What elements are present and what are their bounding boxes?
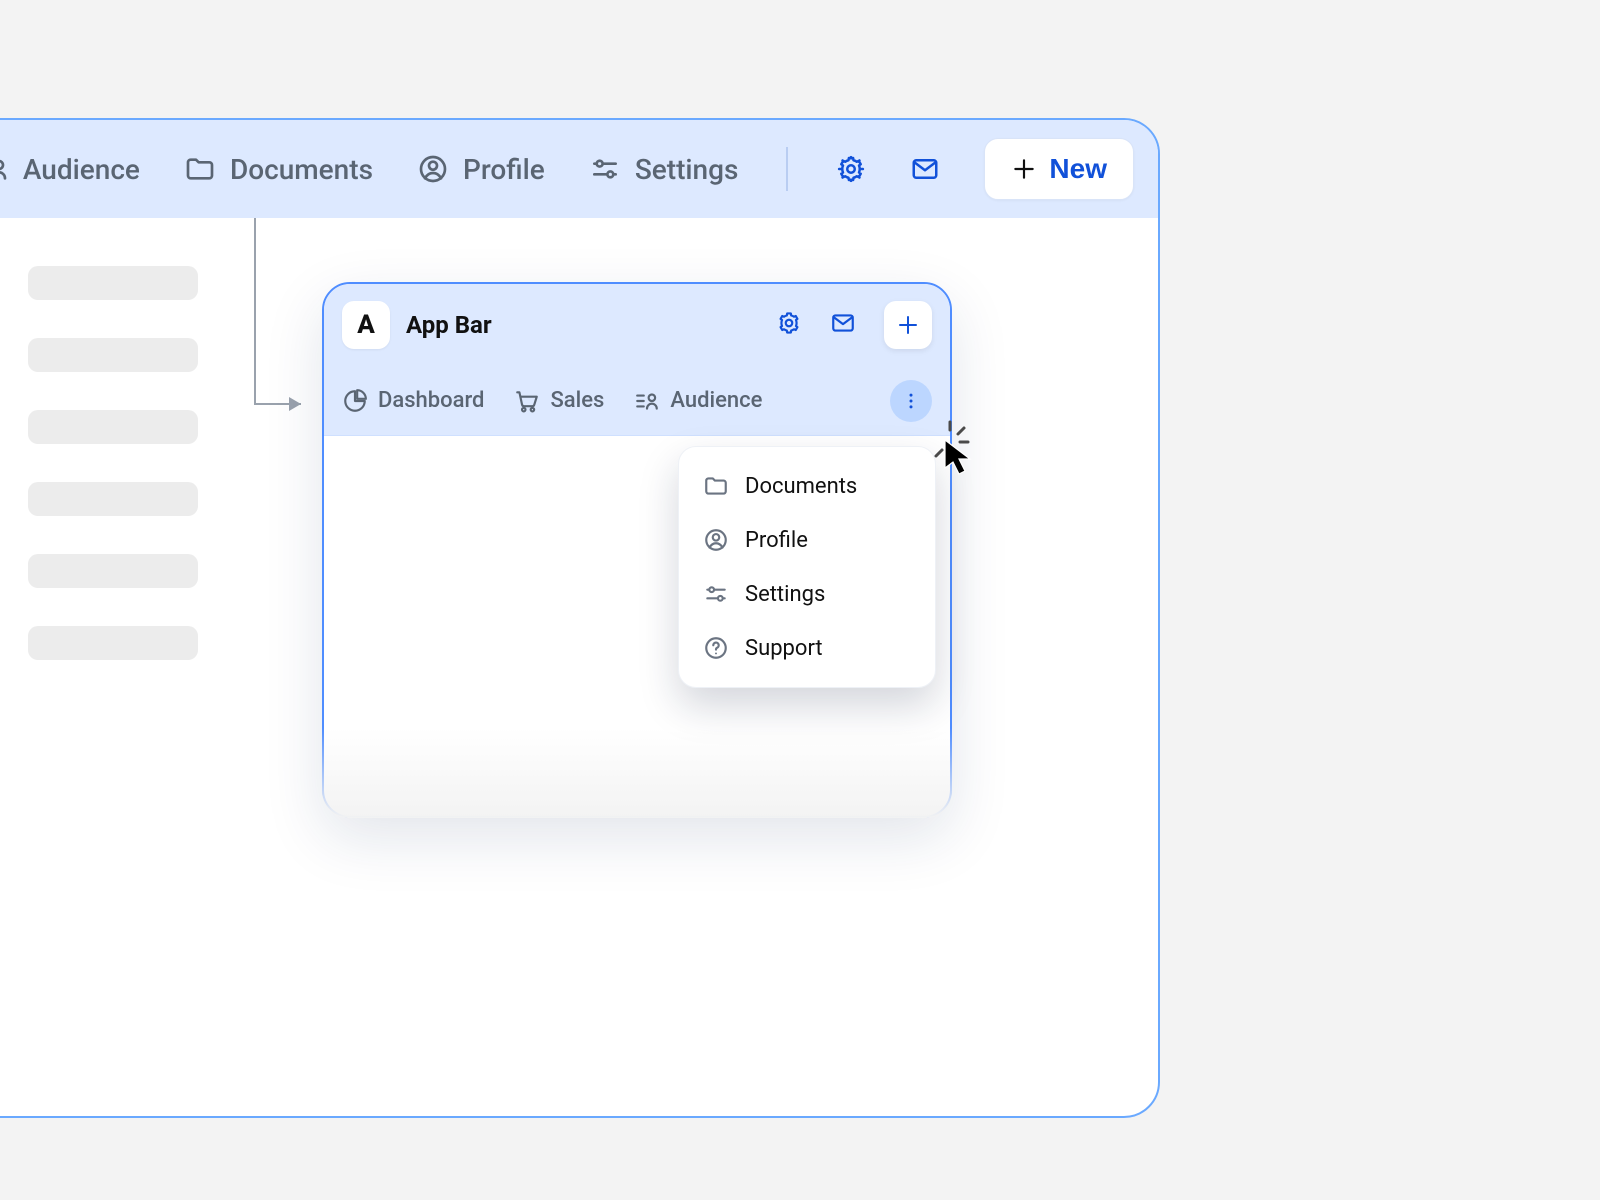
skeleton-line (28, 554, 198, 588)
gear-icon (776, 310, 802, 336)
new-button-label: New (1049, 153, 1107, 185)
gear-icon (836, 154, 866, 184)
tab-sales[interactable]: Sales (514, 388, 604, 414)
skeleton-line (28, 266, 198, 300)
nav-audience[interactable]: Audience (0, 153, 140, 186)
overflow-menu-button[interactable] (890, 380, 932, 422)
nav-label: Documents (230, 153, 373, 186)
tab-audience[interactable]: Audience (634, 388, 762, 414)
nav-profile[interactable]: Profile (417, 153, 545, 186)
compact-app-bar: A App Bar (324, 284, 950, 366)
plus-icon (1011, 156, 1037, 182)
tab-label: Sales (550, 388, 604, 413)
settings-gear-button[interactable] (770, 304, 808, 346)
plus-icon (896, 313, 920, 337)
divider (786, 147, 788, 191)
tab-dashboard[interactable]: Dashboard (342, 388, 484, 414)
help-icon (703, 635, 729, 661)
skeleton-line (28, 626, 198, 660)
dropdown-item-profile[interactable]: Profile (679, 513, 935, 567)
nav-label: Settings (635, 153, 739, 186)
skeleton-line (28, 410, 198, 444)
mail-button[interactable] (910, 154, 940, 184)
overflow-dropdown: Documents Profile Settings Support (678, 446, 936, 688)
dropdown-label: Support (745, 636, 823, 661)
nav-settings[interactable]: Settings (589, 153, 739, 186)
dropdown-label: Settings (745, 582, 825, 607)
dropdown-item-documents[interactable]: Documents (679, 459, 935, 513)
new-button[interactable] (884, 301, 932, 349)
fade-overlay (322, 728, 952, 818)
mail-icon (830, 310, 856, 336)
audience-icon (0, 153, 9, 185)
skeleton-line (28, 482, 198, 516)
sliders-icon (703, 581, 729, 607)
cart-icon (514, 388, 540, 414)
desktop-app-bar: Audience Documents Profile Settin (0, 120, 1158, 218)
tab-label: Audience (670, 388, 762, 413)
folder-icon (703, 473, 729, 499)
dropdown-item-support[interactable]: Support (679, 621, 935, 675)
profile-icon (703, 527, 729, 553)
dropdown-item-settings[interactable]: Settings (679, 567, 935, 621)
dropdown-label: Documents (745, 474, 857, 499)
chart-pie-icon (342, 388, 368, 414)
tab-label: Dashboard (378, 388, 484, 413)
profile-icon (417, 153, 449, 185)
mail-icon (910, 154, 940, 184)
compact-tab-row: Dashboard Sales Audience (324, 366, 950, 436)
nav-label: Audience (23, 153, 140, 186)
settings-gear-button[interactable] (836, 154, 866, 184)
app-logo: A (342, 301, 390, 349)
folder-icon (184, 153, 216, 185)
nav-label: Profile (463, 153, 545, 186)
sliders-icon (589, 153, 621, 185)
mail-button[interactable] (824, 304, 862, 346)
dropdown-label: Profile (745, 528, 808, 553)
more-vertical-icon (901, 391, 921, 411)
desktop-nav: Audience Documents Profile Settin (0, 138, 1134, 200)
new-button[interactable]: New (984, 138, 1134, 200)
nav-documents[interactable]: Documents (184, 153, 373, 186)
app-title: App Bar (406, 311, 492, 339)
app-logo-letter: A (357, 310, 375, 340)
skeleton-line (28, 338, 198, 372)
audience-icon (634, 388, 660, 414)
